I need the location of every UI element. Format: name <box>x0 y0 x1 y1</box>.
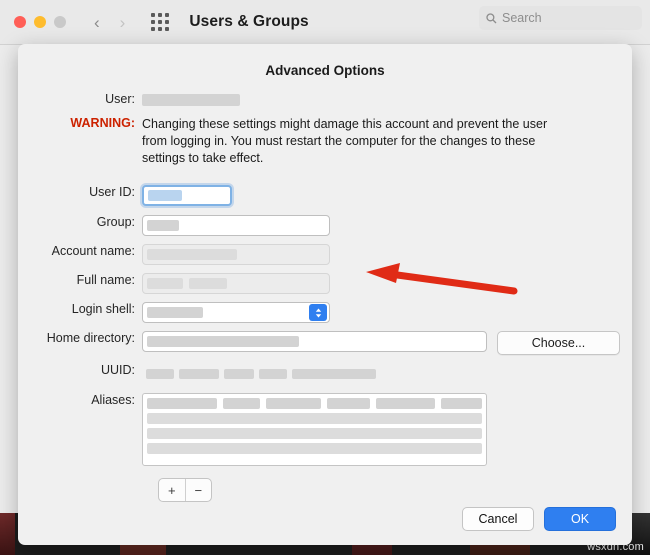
page-title: Users & Groups <box>189 13 308 31</box>
full-name-label: Full name: <box>18 273 142 287</box>
row-home-directory: Home directory: Choose... <box>18 331 632 355</box>
user-value-redacted <box>142 94 240 106</box>
full-name-input[interactable] <box>142 273 330 294</box>
dialog-buttons: Cancel OK <box>462 507 616 531</box>
user-id-label: User ID: <box>18 185 142 199</box>
row-uuid: UUID: <box>18 363 632 384</box>
full-name-value-redacted <box>147 278 183 289</box>
window-titlebar: ‹ › Users & Groups Search <box>0 0 650 45</box>
uuid-part-redacted <box>146 369 174 379</box>
alias-row-redacted <box>147 428 482 439</box>
search-icon <box>486 13 497 24</box>
search-field[interactable]: Search <box>479 6 642 30</box>
alias-part-redacted <box>266 398 321 409</box>
uuid-label: UUID: <box>18 363 142 377</box>
forward-chevron-right-icon[interactable]: › <box>120 14 126 31</box>
choose-button[interactable]: Choose... <box>497 331 620 355</box>
alias-row-redacted <box>147 413 482 424</box>
warning-text: Changing these settings might damage thi… <box>142 116 557 167</box>
aliases-label: Aliases: <box>18 393 142 407</box>
traffic-light-buttons[interactable] <box>14 16 66 28</box>
aliases-list[interactable] <box>142 393 487 466</box>
row-group: Group: <box>18 215 632 236</box>
row-account-name: Account name: <box>18 244 632 265</box>
close-button-icon[interactable] <box>14 16 26 28</box>
alias-part-redacted <box>441 398 482 409</box>
home-directory-value-redacted <box>147 336 299 347</box>
advanced-options-dialog: Advanced Options User: WARNING: Changing… <box>18 44 632 545</box>
row-aliases: Aliases: <box>18 393 632 466</box>
zoom-button-icon[interactable] <box>54 16 66 28</box>
row-full-name: Full name: <box>18 273 632 294</box>
show-all-grid-icon[interactable] <box>151 13 173 31</box>
login-shell-value-redacted <box>147 307 203 318</box>
row-login-shell: Login shell: <box>18 302 632 323</box>
group-value-redacted <box>147 220 179 231</box>
navigation-buttons[interactable]: ‹ › <box>94 14 125 31</box>
row-user-id: User ID: <box>18 185 632 206</box>
home-directory-label: Home directory: <box>18 331 142 345</box>
screen: ‹ › Users & Groups Search wsxdn.com <box>0 0 650 555</box>
add-alias-button[interactable]: + <box>159 479 185 501</box>
search-placeholder: Search <box>502 11 542 25</box>
user-row: User: <box>18 92 632 106</box>
warning-label: WARNING: <box>18 116 142 130</box>
account-name-label: Account name: <box>18 244 142 258</box>
alias-part-redacted <box>223 398 261 409</box>
background-thumb <box>0 513 15 555</box>
group-label: Group: <box>18 215 142 229</box>
account-name-input[interactable] <box>142 244 330 265</box>
login-shell-label: Login shell: <box>18 302 142 316</box>
full-name-value-redacted-2 <box>189 278 227 289</box>
cancel-button[interactable]: Cancel <box>462 507 534 531</box>
minimize-button-icon[interactable] <box>34 16 46 28</box>
alias-part-redacted <box>147 398 217 409</box>
chevron-updown-icon[interactable] <box>309 304 327 321</box>
back-chevron-left-icon[interactable]: ‹ <box>94 14 100 31</box>
remove-alias-button[interactable]: − <box>186 479 212 501</box>
dialog-title: Advanced Options <box>18 44 632 78</box>
ok-button[interactable]: OK <box>544 507 616 531</box>
uuid-part-redacted <box>259 369 287 379</box>
warning-row: WARNING: Changing these settings might d… <box>18 116 632 167</box>
alias-part-redacted <box>327 398 370 409</box>
user-label: User: <box>18 92 142 106</box>
account-name-value-redacted <box>147 249 237 260</box>
alias-add-remove-control[interactable]: + − <box>158 478 212 502</box>
uuid-part-redacted <box>292 369 376 379</box>
login-shell-combobox[interactable] <box>142 302 330 323</box>
user-id-value-redacted <box>148 190 182 201</box>
alias-part-redacted <box>376 398 434 409</box>
uuid-part-redacted <box>224 369 254 379</box>
uuid-value <box>142 363 487 384</box>
alias-row-redacted <box>147 443 482 454</box>
uuid-part-redacted <box>179 369 219 379</box>
group-input[interactable] <box>142 215 330 236</box>
user-id-input[interactable] <box>142 185 232 206</box>
home-directory-input[interactable] <box>142 331 487 352</box>
